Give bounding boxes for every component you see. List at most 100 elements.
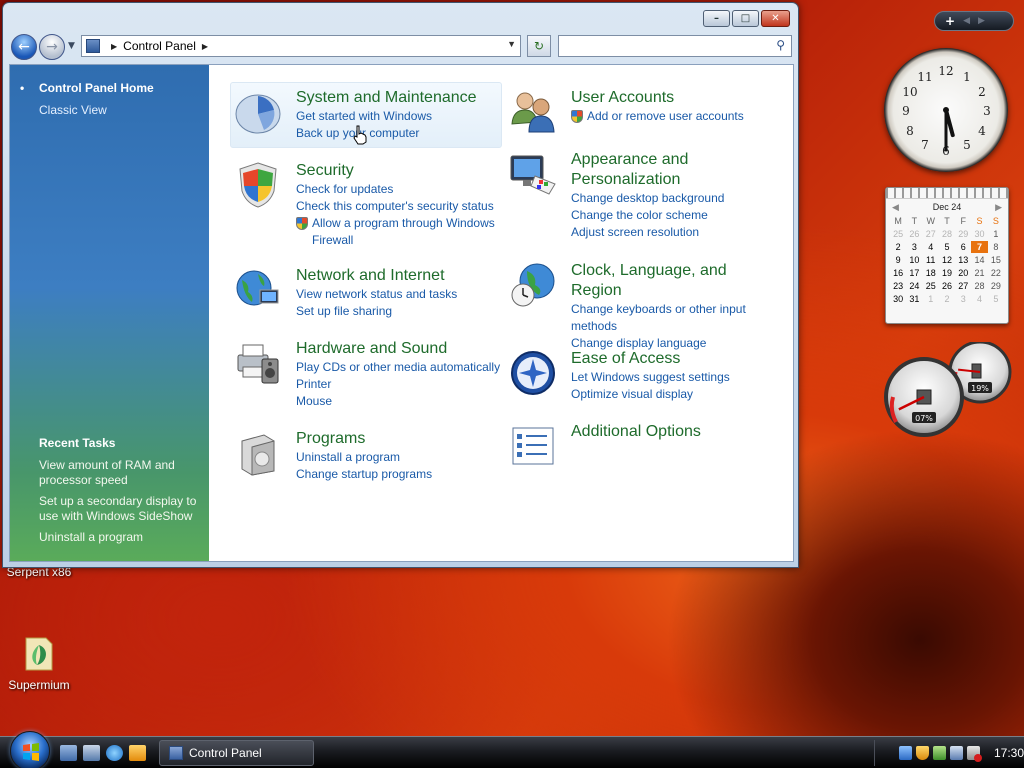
calendar-day[interactable]: 11 <box>923 254 939 266</box>
category-title[interactable]: Network and Internet <box>296 266 506 286</box>
category-security[interactable]: Security Check for updates Check this co… <box>234 161 506 249</box>
cpu-meter-gadget[interactable]: 07% 19% <box>884 340 1014 442</box>
calendar-day[interactable]: 12 <box>939 254 955 266</box>
calendar-day[interactable]: 28 <box>939 228 955 240</box>
category-link[interactable]: Play CDs or other media automatically <box>296 359 506 376</box>
calendar-day[interactable]: 26 <box>939 280 955 292</box>
category-title[interactable]: Programs <box>296 429 506 449</box>
category-user-accounts[interactable]: User Accounts Add or remove user account… <box>509 88 781 133</box>
calendar-day[interactable]: 2 <box>890 241 906 253</box>
category-link-admin[interactable]: Add or remove user accounts <box>571 108 781 125</box>
calendar-day[interactable]: 31 <box>906 293 922 305</box>
switch-windows-icon[interactable] <box>83 745 100 761</box>
calendar-day[interactable]: 6 <box>955 241 971 253</box>
category-title[interactable]: Ease of Access <box>571 349 781 369</box>
calendar-day[interactable]: 8 <box>988 241 1004 253</box>
category-link[interactable]: Check this computer's security status <box>296 198 506 215</box>
calendar-day[interactable]: 24 <box>906 280 922 292</box>
category-title[interactable]: Security <box>296 161 506 181</box>
calendar-day[interactable]: 10 <box>906 254 922 266</box>
back-button[interactable]: ← <box>11 34 37 60</box>
category-link[interactable]: Mouse <box>296 393 506 410</box>
recent-task-ram[interactable]: View amount of RAM and processor speed <box>39 458 204 488</box>
calendar-day[interactable]: 29 <box>988 280 1004 292</box>
gadget-prev-icon[interactable]: ◀ <box>963 16 970 26</box>
calendar-day[interactable]: 19 <box>939 267 955 279</box>
calendar-day[interactable]: 5 <box>939 241 955 253</box>
calendar-day[interactable]: 22 <box>988 267 1004 279</box>
category-title[interactable]: Hardware and Sound <box>296 339 506 359</box>
start-button[interactable] <box>10 731 50 768</box>
category-appearance-personalization[interactable]: Appearance and Personalization Change de… <box>509 150 781 241</box>
calendar-day[interactable]: 23 <box>890 280 906 292</box>
calendar-day[interactable]: 25 <box>923 280 939 292</box>
minimize-button[interactable]: – <box>703 10 730 27</box>
breadcrumb-arrow-icon[interactable]: ▶ <box>111 42 117 51</box>
calendar-day[interactable]: 15 <box>988 254 1004 266</box>
breadcrumb-control-panel[interactable]: Control Panel <box>123 39 196 53</box>
category-link[interactable]: Change keyboards or other input methods <box>571 301 781 335</box>
category-link[interactable]: Back up your computer <box>296 125 506 142</box>
calendar-day[interactable]: 25 <box>890 228 906 240</box>
category-hardware-sound[interactable]: Hardware and Sound Play CDs or other med… <box>234 339 506 410</box>
category-link[interactable]: Optimize visual display <box>571 386 781 403</box>
taskbar-button-control-panel[interactable]: Control Panel <box>159 740 314 766</box>
clock-gadget[interactable]: 1212 345 678 91011 <box>884 48 1008 172</box>
calendar-day[interactable]: 29 <box>955 228 971 240</box>
calendar-day[interactable]: 2 <box>939 293 955 305</box>
calendar-day[interactable]: 3 <box>955 293 971 305</box>
category-title[interactable]: Appearance and Personalization <box>571 150 781 190</box>
search-box[interactable]: ⚲ <box>558 35 792 57</box>
category-link-admin[interactable]: Allow a program through Windows Firewall <box>296 215 506 249</box>
calendar-gadget[interactable]: ◀ Dec 24 ▶ M T W T F S S 25 26 27 28 29 30 1 2 3 4 5 6 7 8 9 1… <box>885 187 1009 324</box>
calendar-day[interactable]: 27 <box>923 228 939 240</box>
category-link[interactable]: Let Windows suggest settings <box>571 369 781 386</box>
internet-explorer-icon[interactable] <box>106 745 123 761</box>
control-panel-home-link[interactable]: Control Panel Home <box>20 81 154 95</box>
category-additional-options[interactable]: Additional Options <box>509 422 781 465</box>
category-link[interactable]: Change desktop background <box>571 190 781 207</box>
calendar-day[interactable]: 1 <box>988 228 1004 240</box>
search-input[interactable] <box>563 37 763 55</box>
category-clock-language-region[interactable]: Clock, Language, and Region Change keybo… <box>509 261 781 352</box>
recent-pages-dropdown-icon[interactable]: ▼ <box>68 41 75 51</box>
display-tray-icon[interactable] <box>950 746 963 760</box>
category-link[interactable]: Printer <box>296 376 506 393</box>
calendar-day[interactable]: 17 <box>906 267 922 279</box>
category-link[interactable]: Change startup programs <box>296 466 506 483</box>
desktop-icon-supermium[interactable]: Supermium <box>4 632 74 692</box>
category-link[interactable]: Get started with Windows <box>296 108 506 125</box>
category-link[interactable]: View network status and tasks <box>296 286 506 303</box>
category-link[interactable]: Change the color scheme <box>571 207 781 224</box>
calendar-day[interactable]: 4 <box>971 293 987 305</box>
maximize-button[interactable]: □ <box>732 10 759 27</box>
security-tray-icon[interactable] <box>916 746 929 760</box>
address-bar[interactable]: ▶ Control Panel ▶ ▼ <box>81 35 521 57</box>
recent-task-uninstall[interactable]: Uninstall a program <box>39 530 204 545</box>
category-ease-of-access[interactable]: Ease of Access Let Windows suggest setti… <box>509 349 781 403</box>
gadget-next-icon[interactable]: ▶ <box>978 16 985 26</box>
calendar-day[interactable]: 18 <box>923 267 939 279</box>
breadcrumb-arrow-icon[interactable]: ▶ <box>202 42 208 51</box>
close-button[interactable]: ✕ <box>761 10 790 27</box>
category-link[interactable]: Uninstall a program <box>296 449 506 466</box>
classic-view-link[interactable]: Classic View <box>39 103 107 117</box>
calendar-day[interactable]: 3 <box>906 241 922 253</box>
calendar-prev-icon[interactable]: ◀ <box>892 202 899 213</box>
calendar-day[interactable]: 9 <box>890 254 906 266</box>
forward-button[interactable]: → <box>39 34 65 60</box>
calendar-day[interactable]: 16 <box>890 267 906 279</box>
category-link[interactable]: Check for updates <box>296 181 506 198</box>
media-player-icon[interactable] <box>129 745 146 761</box>
category-title[interactable]: User Accounts <box>571 88 781 108</box>
calendar-day[interactable]: 7 <box>971 241 988 253</box>
calendar-day[interactable]: 21 <box>971 267 987 279</box>
calendar-day[interactable]: 30 <box>890 293 906 305</box>
category-link[interactable]: Adjust screen resolution <box>571 224 781 241</box>
calendar-day[interactable]: 14 <box>971 254 987 266</box>
category-title[interactable]: System and Maintenance <box>296 88 506 108</box>
volume-muted-icon[interactable] <box>967 746 982 762</box>
category-title[interactable]: Additional Options <box>571 422 781 442</box>
category-network-internet[interactable]: Network and Internet View network status… <box>234 266 506 320</box>
calendar-day[interactable]: 13 <box>955 254 971 266</box>
